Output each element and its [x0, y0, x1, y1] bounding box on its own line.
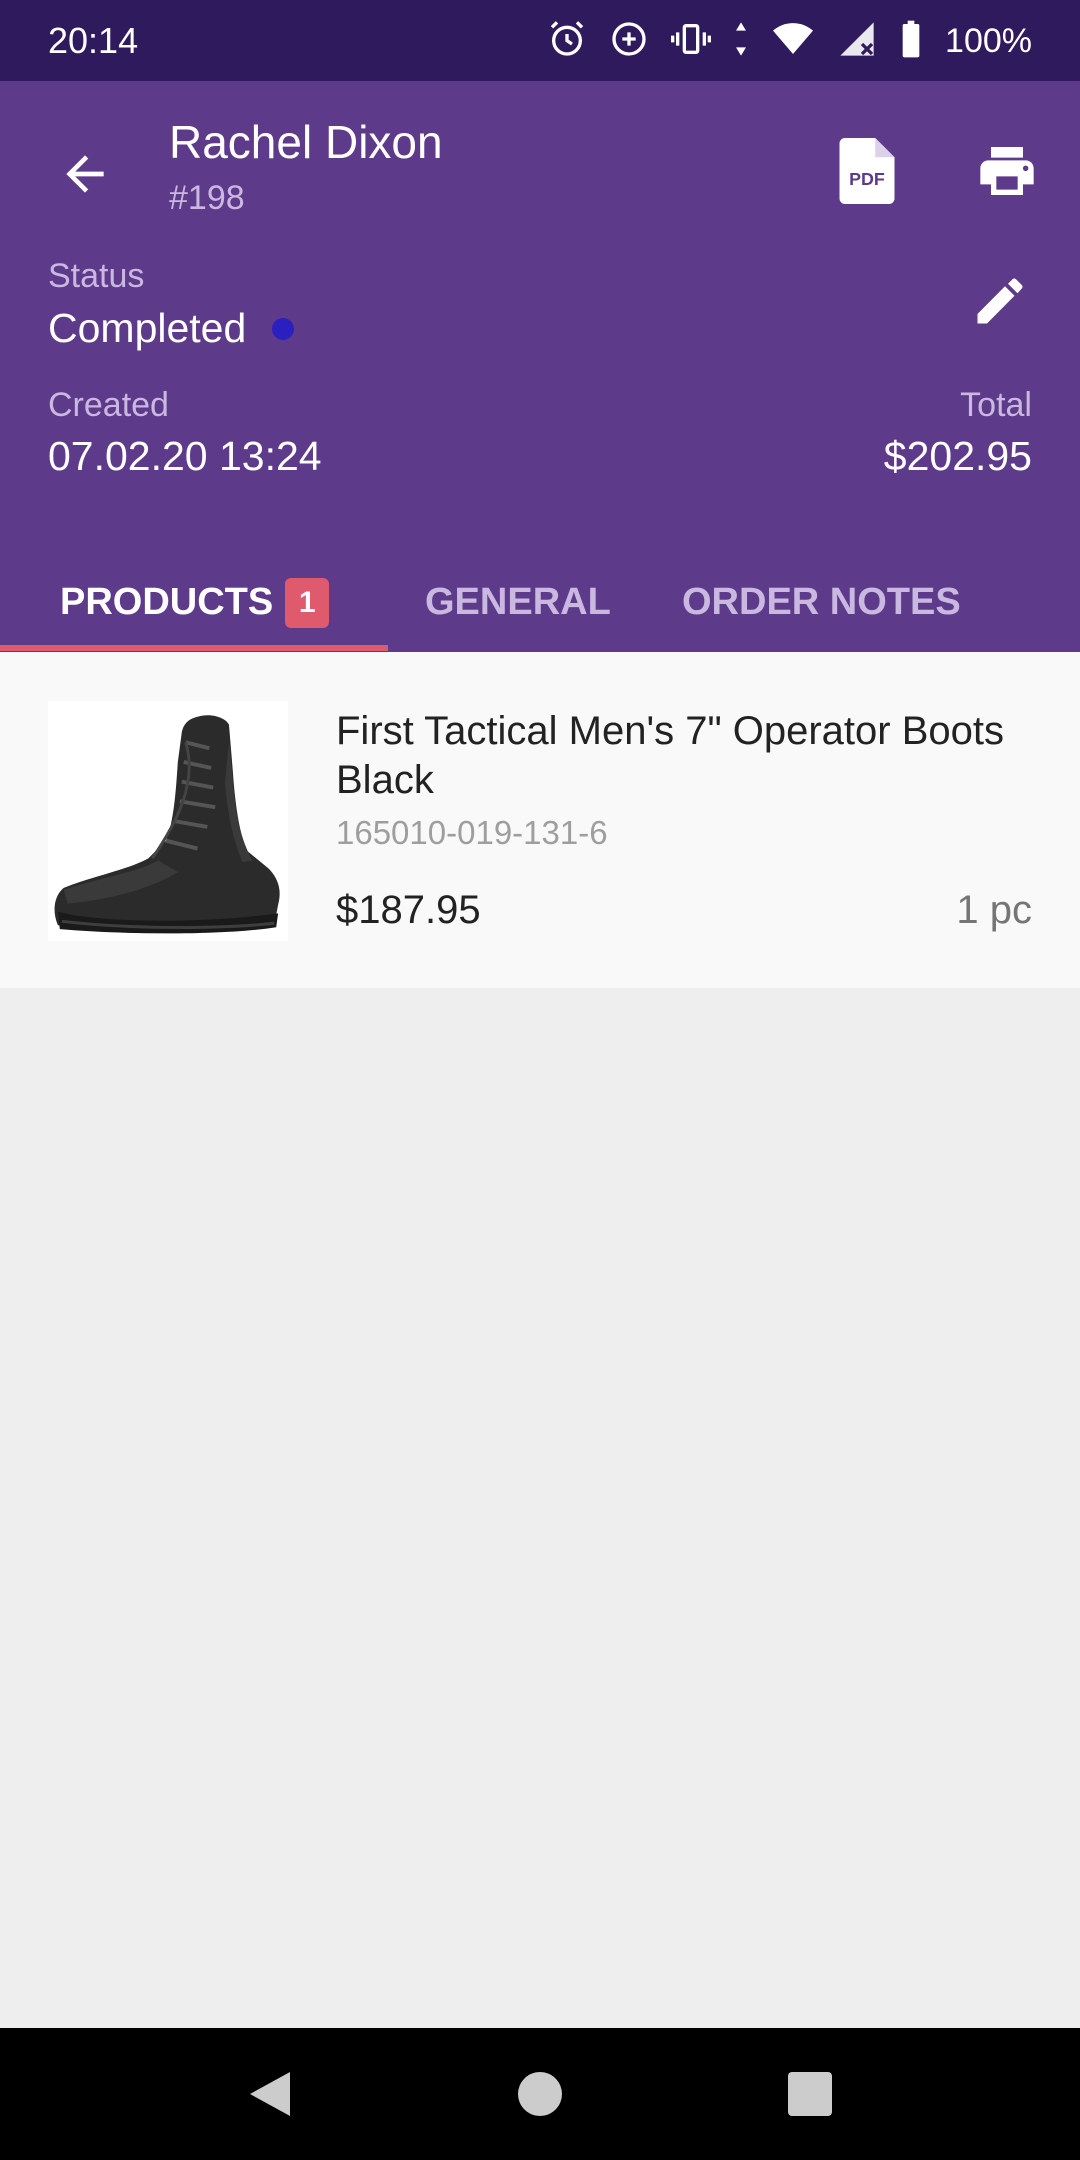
- order-number: #198: [169, 179, 245, 217]
- tab-products[interactable]: PRODUCTS 1: [0, 553, 388, 652]
- created-value: 07.02.20 13:24: [48, 433, 322, 479]
- back-arrow-icon: [66, 155, 104, 193]
- battery-icon: [899, 19, 923, 64]
- status-label: Status: [48, 257, 145, 295]
- boot-image: [54, 715, 280, 934]
- nav-back-icon: [250, 2072, 290, 2116]
- product-price: $187.95: [336, 888, 481, 932]
- nav-home-button[interactable]: [498, 2052, 582, 2136]
- nav-recents-icon: [788, 2072, 832, 2116]
- battery-percentage: 100%: [945, 21, 1032, 60]
- nav-back-button[interactable]: [228, 2052, 312, 2136]
- pdf-button[interactable]: PDF: [822, 126, 912, 216]
- tab-products-badge: 1: [285, 577, 330, 628]
- tab-selected-indicator: [0, 645, 388, 651]
- svg-text:PDF: PDF: [849, 169, 885, 189]
- product-sku: 165010-019-131-6: [336, 814, 608, 851]
- wifi-icon: [771, 19, 815, 64]
- vibrate-icon: [671, 19, 712, 64]
- total-label: Total: [960, 386, 1032, 424]
- print-icon: [980, 147, 1034, 195]
- signal-icon: [837, 19, 877, 64]
- product-list-item[interactable]: First Tactical Men's 7" Operator Boots B…: [0, 652, 1080, 988]
- data-saver-icon: [609, 19, 649, 64]
- status-time: 20:14: [48, 20, 139, 61]
- tab-products-label: PRODUCTS: [60, 581, 274, 623]
- product-name: First Tactical Men's 7" Operator Boots B…: [336, 709, 1005, 802]
- tab-bar: PRODUCTS 1 GENERAL ORDER NOTES: [0, 553, 1080, 652]
- nav-home-icon: [518, 2072, 562, 2116]
- tab-order-notes-label: ORDER NOTES: [682, 581, 961, 623]
- back-button[interactable]: [40, 129, 130, 219]
- created-label: Created: [48, 386, 169, 424]
- customer-name: Rachel Dixon: [169, 116, 443, 168]
- status-icons: 100%: [547, 16, 1032, 66]
- alarm-icon: [547, 19, 587, 64]
- product-quantity: 1 pc: [956, 888, 1032, 932]
- edit-status-button[interactable]: [955, 256, 1045, 346]
- status-value: Completed: [48, 305, 295, 352]
- tab-order-notes[interactable]: ORDER NOTES: [682, 553, 961, 652]
- tab-general[interactable]: GENERAL: [425, 553, 611, 652]
- pdf-icon: PDF: [839, 138, 895, 204]
- print-button[interactable]: [962, 126, 1052, 216]
- tab-general-label: GENERAL: [425, 581, 611, 623]
- status-dot-indicator: [272, 317, 295, 340]
- total-value: $202.95: [883, 433, 1032, 479]
- nav-recents-button[interactable]: [768, 2052, 852, 2136]
- status-bar: 20:14 100%: [0, 0, 1080, 81]
- data-arrows-icon: [733, 19, 749, 64]
- edit-pencil-icon: [977, 278, 1023, 324]
- order-header: Rachel Dixon #198 PDF Status Completed C…: [0, 81, 1080, 652]
- status-text: Completed: [48, 305, 247, 351]
- product-image: [48, 701, 288, 941]
- system-navigation-bar: [0, 2028, 1080, 2160]
